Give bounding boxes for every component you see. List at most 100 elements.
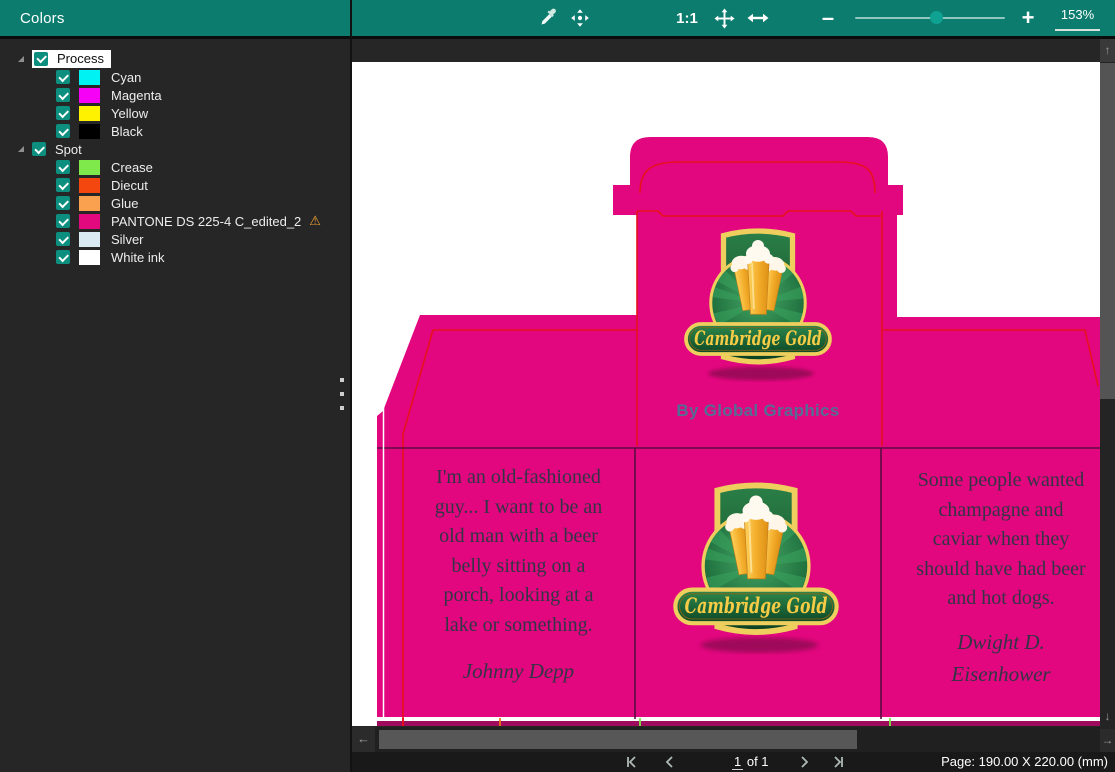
color-row-black[interactable]: Black (0, 122, 350, 140)
diecut-checkbox[interactable] (56, 178, 70, 192)
pantone-checkbox[interactable] (56, 214, 70, 228)
zoom-in-button[interactable]: + (1017, 0, 1039, 36)
fit-width-button[interactable] (744, 0, 772, 36)
tree-group-process[interactable]: Process (0, 50, 350, 68)
badge-title-center: Cambridge Gold (685, 593, 828, 619)
application-window: Colors 1:1 (0, 0, 1115, 772)
scroll-down-button[interactable]: ↓ (1100, 705, 1115, 728)
page-bleed-strip (377, 721, 1100, 726)
horizontal-scrollbar[interactable]: ← (352, 727, 1100, 752)
quote-author-line: Eisenhower (882, 658, 1100, 690)
color-row-crease[interactable]: Crease (0, 158, 350, 176)
black-checkbox[interactable] (56, 124, 70, 138)
eyedropper-icon (538, 8, 558, 28)
color-label: PANTONE DS 225-4 C_edited_2 (111, 214, 301, 229)
quote-line: and hot dogs. (882, 584, 1100, 614)
process-checkbox[interactable] (34, 52, 48, 66)
crease-checkbox[interactable] (56, 160, 70, 174)
horizontal-scrollbar-thumb[interactable] (379, 730, 857, 749)
zoom-slider-thumb[interactable] (930, 11, 943, 24)
vertical-scrollbar[interactable]: ↑ ↓ → (1100, 39, 1115, 752)
color-row-magenta[interactable]: Magenta (0, 86, 350, 104)
fit-width-icon (746, 6, 770, 30)
pan-mode-icon (569, 7, 591, 29)
color-label: Silver (111, 232, 144, 247)
color-label: Magenta (111, 88, 162, 103)
badge-title-top: Cambridge Gold (694, 327, 822, 350)
viewer-toolbar: 1:1 – + 153% (352, 0, 1115, 39)
magenta-checkbox[interactable] (56, 88, 70, 102)
previous-page-button[interactable] (662, 752, 678, 772)
scroll-left-button[interactable]: ← (352, 727, 375, 752)
quote-line: guy... I want to be an (402, 493, 635, 523)
color-row-yellow[interactable]: Yellow (0, 104, 350, 122)
color-label: Diecut (111, 178, 148, 193)
move-icon (713, 7, 736, 30)
diecut-swatch (79, 178, 100, 193)
vertical-scrollbar-thumb[interactable] (1100, 63, 1115, 399)
colors-panel-title: Colors (0, 10, 65, 27)
status-bar: 1 of 1 Page: 190.00 X 220.00 (mm) (352, 752, 1115, 772)
glue-checkbox[interactable] (56, 196, 70, 210)
page-count-label: of 1 (743, 754, 768, 769)
expand-caret-icon[interactable] (18, 56, 24, 62)
yellow-checkbox[interactable] (56, 106, 70, 120)
tree-group-spot[interactable]: Spot (0, 140, 350, 158)
color-row-silver[interactable]: Silver (0, 230, 350, 248)
document-canvas[interactable]: Cambridge Gold Cambridge Gold By Global … (352, 39, 1100, 752)
eyedropper-button[interactable] (535, 0, 561, 36)
whiteink-checkbox[interactable] (56, 250, 70, 264)
zoom-percent-input[interactable]: 153% (1054, 0, 1101, 36)
page-dimensions-label: Page: 190.00 X 220.00 (mm) (941, 752, 1108, 772)
process-selected-highlight: Process (32, 50, 111, 68)
color-label: Black (111, 124, 143, 139)
first-page-button[interactable] (624, 752, 641, 772)
expand-caret-icon[interactable] (18, 146, 24, 152)
quote-author: Dwight D. Eisenhower (882, 626, 1100, 690)
page-number-input[interactable]: 1 (732, 754, 743, 770)
splitter-grip-dot (340, 378, 344, 382)
black-swatch (79, 124, 100, 139)
whiteink-swatch (79, 250, 100, 265)
quote-line: caviar when they (882, 525, 1100, 555)
last-page-button[interactable] (829, 752, 846, 772)
colors-panel-header: Colors (0, 0, 350, 39)
color-row-cyan[interactable]: Cyan (0, 68, 350, 86)
pan-mode-button[interactable] (567, 0, 593, 36)
cyan-swatch (79, 70, 100, 85)
quote-line: belly sitting on a (402, 552, 635, 582)
quote-line: old man with a beer (402, 522, 635, 552)
pantone-swatch (79, 214, 100, 229)
page-number-field[interactable]: 1 of 1 (732, 752, 769, 772)
zoom-percent-value: 153% (1054, 0, 1101, 30)
splitter-grip-dot (340, 406, 344, 410)
warning-icon: ⚠ (309, 213, 321, 229)
color-label: Crease (111, 160, 153, 175)
fit-page-button[interactable] (710, 0, 738, 36)
actual-size-button[interactable]: 1:1 (672, 0, 702, 36)
left-quote-block: I'm an old-fashioned guy... I want to be… (402, 463, 635, 687)
zoom-input-underline (1055, 29, 1100, 31)
color-label: Yellow (111, 106, 148, 121)
color-label: Glue (111, 196, 138, 211)
quote-line: Some people wanted (882, 466, 1100, 496)
crease-swatch (79, 160, 100, 175)
color-tree: Process Cyan Magenta Yellow Bl (0, 39, 350, 266)
byline-text: By Global Graphics (658, 401, 858, 421)
scroll-right-button[interactable]: → (1100, 729, 1115, 752)
scroll-up-button[interactable]: ↑ (1100, 39, 1115, 62)
silver-swatch (79, 232, 100, 247)
splitter-grip-dot (340, 392, 344, 396)
quote-line: I'm an old-fashioned (402, 463, 635, 493)
spot-checkbox[interactable] (32, 142, 46, 156)
color-row-pantone[interactable]: PANTONE DS 225-4 C_edited_2 ⚠ (0, 212, 350, 230)
quote-author-line: Dwight D. (882, 626, 1100, 658)
color-row-whiteink[interactable]: White ink (0, 248, 350, 266)
color-row-diecut[interactable]: Diecut (0, 176, 350, 194)
right-quote-block: Some people wanted champagne and caviar … (882, 466, 1100, 690)
zoom-out-button[interactable]: – (817, 0, 839, 36)
silver-checkbox[interactable] (56, 232, 70, 246)
color-row-glue[interactable]: Glue (0, 194, 350, 212)
next-page-button[interactable] (796, 752, 812, 772)
cyan-checkbox[interactable] (56, 70, 70, 84)
